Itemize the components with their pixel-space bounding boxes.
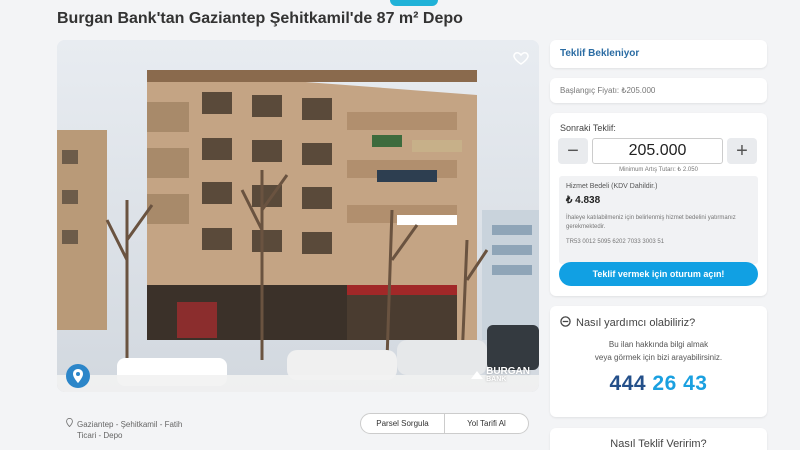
how-to-bid-title: Nasıl Teklif Veririm?: [610, 438, 707, 450]
iban: TR53 0012 5095 6202 7033 3003 51: [566, 239, 665, 245]
starting-price-card: Başlangıç Fiyatı: ₺205.000: [550, 78, 767, 103]
how-to-bid-card[interactable]: Nasıl Teklif Veririm?: [550, 428, 767, 450]
help-title: Nasıl yardımcı olabiliriz?: [576, 317, 696, 329]
building-photo-illustration: [57, 40, 539, 392]
question-circle-icon: [560, 316, 571, 330]
service-fee-box: Hizmet Bedeli (KDV Dahildir.) ₺ 4.838 İh…: [559, 176, 758, 264]
bid-stepper: − 205.000 +: [558, 138, 757, 164]
increase-bid-button[interactable]: +: [727, 138, 757, 164]
decrease-bid-button[interactable]: −: [558, 138, 588, 164]
next-bid-label: Sonraki Teklif:: [560, 123, 616, 133]
bid-status: Teklif Bekleniyor: [560, 48, 640, 59]
help-card: Nasıl yardımcı olabiliriz? Bu ilan hakkı…: [550, 306, 767, 417]
help-text-line2: veya görmek için bizi arayabilirsiniz.: [594, 353, 723, 362]
help-title-row: Nasıl yardımcı olabiliriz?: [560, 316, 695, 330]
fee-amount: ₺ 4.838: [566, 195, 601, 206]
fee-title: Hizmet Bedeli (KDV Dahildir.): [566, 183, 658, 190]
fee-note: İhaleye katılabilmeniz için belirlenmiş …: [566, 215, 736, 230]
bid-amount-input[interactable]: 205.000: [592, 138, 723, 164]
directions-button[interactable]: Yol Tarifi Al: [444, 414, 528, 433]
help-text-line1: Bu ilan hakkında bilgi almak: [608, 340, 709, 349]
login-to-bid-button[interactable]: Teklif vermek için oturum açın!: [559, 262, 758, 286]
top-badge: [390, 0, 438, 6]
logo-icon: [471, 371, 484, 379]
location-line2: Ticari - Depo: [77, 431, 123, 440]
location-line1: Gaziantep - Şehitkamil - Fatih: [77, 420, 183, 429]
location-pin-icon: [66, 417, 74, 430]
heart-icon[interactable]: [512, 49, 530, 67]
starting-price: Başlangıç Fiyatı: ₺205.000: [560, 86, 656, 95]
phone-number[interactable]: 444 26 43: [550, 372, 767, 396]
page-title: Burgan Bank'tan Gaziantep Şehitkamil'de …: [57, 10, 463, 27]
min-increment: Minimum Artış Tutarı: ₺ 2.050: [619, 167, 698, 173]
phone-part1: 444: [609, 372, 647, 395]
parcel-query-button[interactable]: Parsel Sorgula: [361, 414, 444, 433]
map-pin-icon[interactable]: [66, 364, 90, 388]
listing-photo[interactable]: BURGAN BANK: [57, 40, 539, 392]
phone-part2: 26 43: [652, 372, 708, 395]
watermark-logo: BURGAN BANK: [471, 367, 530, 384]
listing-actions: Parsel Sorgula Yol Tarifi Al: [360, 413, 529, 434]
watermark-line2: BANK: [486, 376, 507, 383]
help-text: Bu ilan hakkında bilgi almak veya görmek…: [550, 338, 767, 364]
listing-location: Gaziantep - Şehitkamil - Fatih Ticari - …: [66, 417, 183, 441]
bid-status-card: Teklif Bekleniyor: [550, 40, 767, 68]
bid-card: Sonraki Teklif: − 205.000 + Minimum Artı…: [550, 113, 767, 296]
